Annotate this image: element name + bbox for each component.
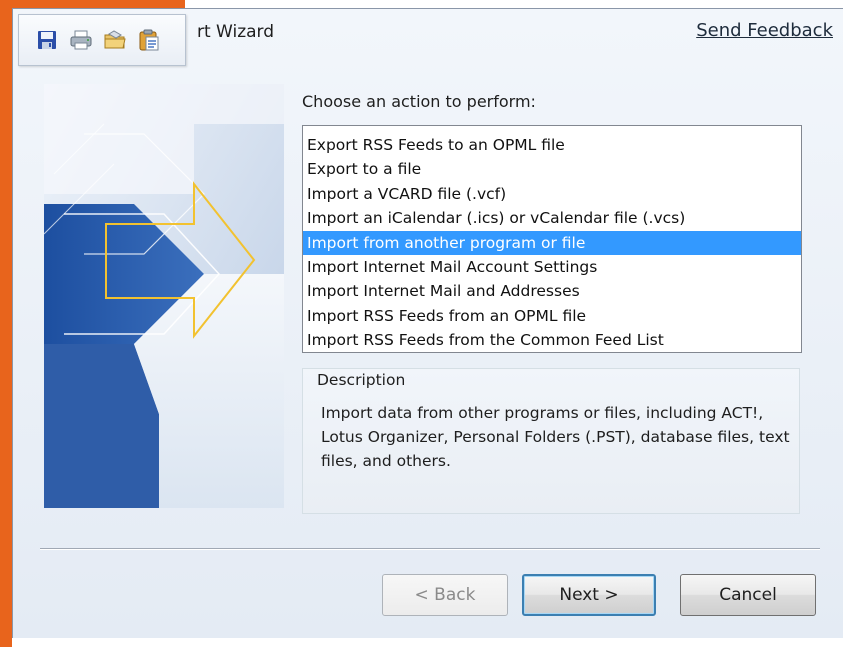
wizard-banner-graphic	[44, 84, 284, 508]
print-icon[interactable]	[67, 26, 95, 54]
list-item[interactable]: Import RSS Feeds from an OPML file	[303, 304, 801, 328]
description-groupbox: Description Import data from other progr…	[302, 368, 800, 514]
window-title: rt Wizard	[197, 22, 275, 42]
cancel-button[interactable]: Cancel	[680, 574, 816, 616]
quick-access-toolbar	[18, 14, 186, 66]
list-item[interactable]: Import Internet Mail Account Settings	[303, 255, 801, 279]
list-item[interactable]: Import RSS Feeds from the Common Feed Li…	[303, 328, 801, 352]
save-icon[interactable]	[33, 26, 61, 54]
choose-action-label: Choose an action to perform:	[302, 92, 536, 111]
back-button[interactable]: < Back	[382, 574, 508, 616]
action-listbox[interactable]: Export RSS Feeds to an OPML file Export …	[302, 125, 802, 353]
list-item[interactable]: Import Internet Mail and Addresses	[303, 279, 801, 303]
list-item[interactable]: Export RSS Feeds to an OPML file	[303, 133, 801, 157]
open-folder-icon[interactable]	[101, 26, 129, 54]
next-button[interactable]: Next >	[522, 574, 656, 616]
description-text: Import data from other programs or files…	[321, 404, 790, 470]
paste-icon[interactable]	[135, 26, 163, 54]
footer-separator	[40, 548, 820, 550]
list-item[interactable]: Import a VCARD file (.vcf)	[303, 182, 801, 206]
description-label: Description	[317, 371, 406, 389]
list-item[interactable]: Export to a file	[303, 157, 801, 181]
list-item[interactable]: Import an iCalendar (.ics) or vCalendar …	[303, 206, 801, 230]
bottom-edge	[12, 638, 843, 647]
list-item-selected[interactable]: Import from another program or file	[303, 230, 801, 255]
send-feedback-link[interactable]: Send Feedback	[696, 20, 833, 41]
